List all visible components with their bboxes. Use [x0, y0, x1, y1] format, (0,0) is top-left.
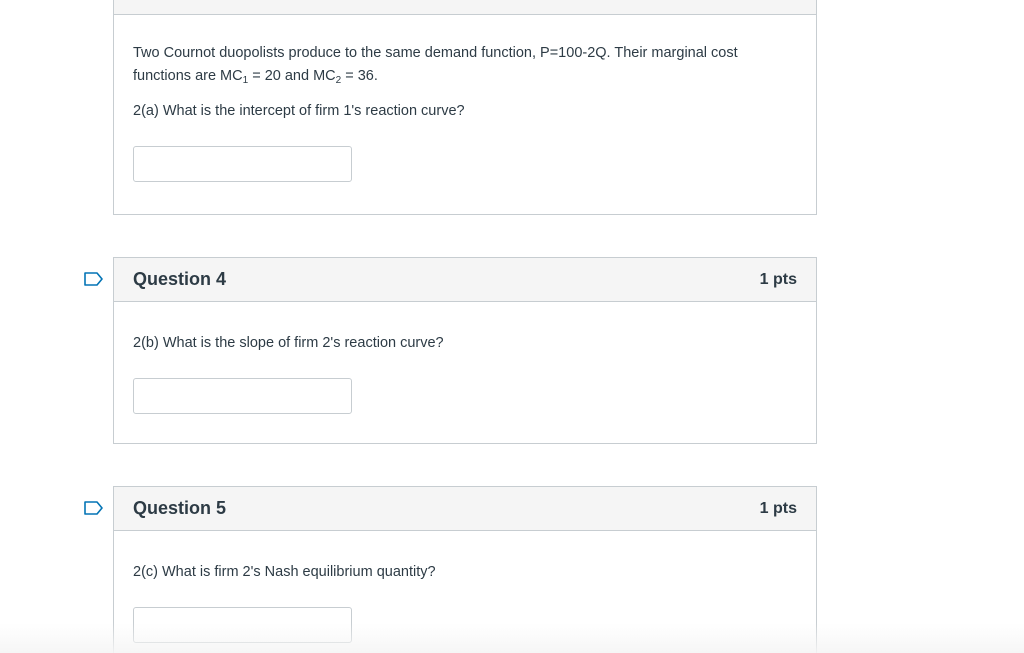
question-4-title: Question 4 [133, 269, 227, 289]
question-4-header: Question 4 1 pts [114, 258, 816, 302]
flag-question-5-icon[interactable] [84, 501, 103, 515]
question-4-prompt: 2(b) What is the slope of firm 2's react… [133, 335, 444, 351]
question-4-points: 1 pts [759, 270, 797, 288]
question-3-body: Two Cournot duopolists produce to the sa… [114, 42, 816, 182]
question-5-title: Question 5 [133, 498, 227, 518]
question-4-answer-input[interactable] [133, 378, 352, 414]
question-3-card: Two Cournot duopolists produce to the sa… [113, 0, 817, 215]
question-5-points: 1 pts [759, 499, 797, 517]
question-4-body: 2(b) What is the slope of firm 2's react… [114, 332, 816, 414]
question-5-prompt: 2(c) What is firm 2's Nash equilibrium q… [133, 564, 436, 580]
question-5-body: 2(c) What is firm 2's Nash equilibrium q… [114, 561, 816, 643]
intro-line-1: Two Cournot duopolists produce to the sa… [133, 45, 738, 61]
flag-question-4-icon[interactable] [84, 272, 103, 286]
question-3-header-remnant [114, 0, 816, 15]
question-3-prompt: 2(a) What is the intercept of firm 1's r… [133, 103, 465, 119]
intro-line-2c: = 36. [341, 68, 378, 84]
question-3-intro: Two Cournot duopolists produce to the sa… [133, 42, 797, 88]
question-5-header: Question 5 1 pts [114, 487, 816, 531]
question-5-answer-input[interactable] [133, 607, 352, 643]
intro-line-2b: = 20 and MC [248, 68, 336, 84]
quiz-page: Two Cournot duopolists produce to the sa… [0, 0, 1024, 653]
intro-line-2a: functions are MC [133, 68, 243, 84]
question-3-answer-input[interactable] [133, 146, 352, 182]
question-4-card: Question 4 1 pts 2(b) What is the slope … [113, 257, 817, 444]
question-5-card: Question 5 1 pts 2(c) What is firm 2's N… [113, 486, 817, 653]
